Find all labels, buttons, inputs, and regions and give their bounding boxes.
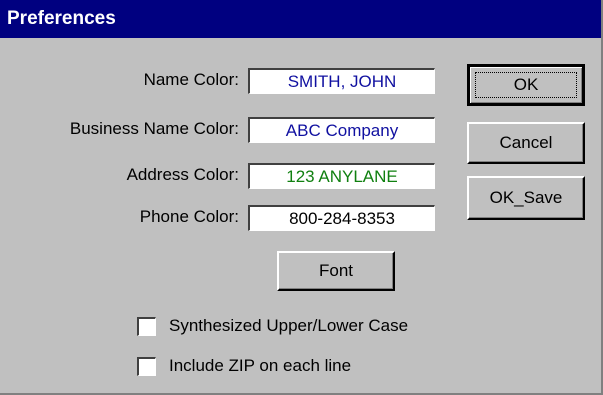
name-color-field[interactable]: SMITH, JOHN xyxy=(248,68,435,94)
address-color-value: 123 ANYLANE xyxy=(286,167,398,186)
business-name-color-value: ABC Company xyxy=(285,121,399,140)
synthesized-case-label[interactable]: Synthesized Upper/Lower Case xyxy=(169,316,408,336)
synthesized-case-checkbox[interactable] xyxy=(137,317,156,336)
cancel-button[interactable]: Cancel xyxy=(467,122,585,164)
phone-color-value: 800-284-8353 xyxy=(289,209,395,228)
include-zip-label[interactable]: Include ZIP on each line xyxy=(169,356,351,376)
business-name-color-label: Business Name Color: xyxy=(69,119,239,138)
dialog-title: Preferences xyxy=(0,0,601,38)
name-color-label: Name Color: xyxy=(143,70,239,89)
business-name-color-field[interactable]: ABC Company xyxy=(248,117,435,143)
address-color-label: Address Color: xyxy=(126,165,239,184)
address-color-field[interactable]: 123 ANYLANE xyxy=(248,163,435,189)
phone-color-label: Phone Color: xyxy=(139,207,239,226)
ok-button[interactable]: OK xyxy=(467,64,585,106)
font-button-label: Font xyxy=(318,261,354,280)
phone-color-field[interactable]: 800-284-8353 xyxy=(248,205,435,231)
font-button[interactable]: Font xyxy=(277,251,395,291)
ok-save-button[interactable]: OK_Save xyxy=(467,176,585,220)
ok-save-button-label: OK_Save xyxy=(489,188,563,207)
include-zip-checkbox[interactable] xyxy=(137,357,156,376)
ok-button-label: OK xyxy=(513,75,539,94)
preferences-dialog: Preferences Name Color: SMITH, JOHN Busi… xyxy=(0,0,603,395)
cancel-button-label: Cancel xyxy=(499,133,553,152)
name-color-value: SMITH, JOHN xyxy=(287,72,397,91)
